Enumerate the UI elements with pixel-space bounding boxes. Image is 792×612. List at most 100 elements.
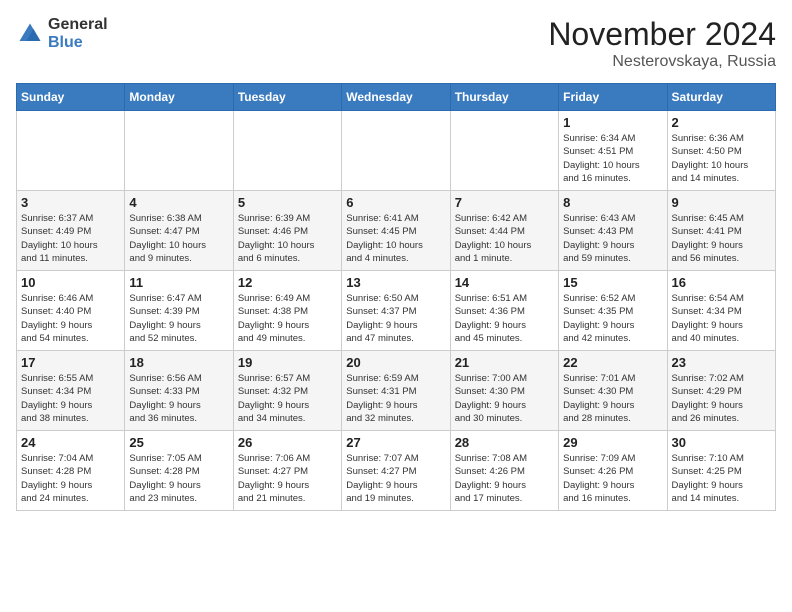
day-number: 7 <box>455 195 554 210</box>
day-info: Sunrise: 6:56 AM Sunset: 4:33 PM Dayligh… <box>129 372 228 425</box>
calendar-cell: 11 Sunrise: 6:47 AM Sunset: 4:39 PM Dayli… <box>125 271 233 351</box>
day-number: 23 <box>672 355 771 370</box>
calendar-cell: 22 Sunrise: 7:01 AM Sunset: 4:30 PM Dayli… <box>559 351 667 431</box>
day-info: Sunrise: 6:51 AM Sunset: 4:36 PM Dayligh… <box>455 292 554 345</box>
calendar-cell: 19 Sunrise: 6:57 AM Sunset: 4:32 PM Dayli… <box>233 351 341 431</box>
day-number: 1 <box>563 115 662 130</box>
header-friday: Friday <box>559 84 667 111</box>
header-saturday: Saturday <box>667 84 775 111</box>
calendar-cell: 20 Sunrise: 6:59 AM Sunset: 4:31 PM Dayli… <box>342 351 450 431</box>
logo-general-text: General <box>48 16 108 34</box>
calendar-header: SundayMondayTuesdayWednesdayThursdayFrid… <box>17 84 776 111</box>
day-info: Sunrise: 6:57 AM Sunset: 4:32 PM Dayligh… <box>238 372 337 425</box>
logo: General Blue <box>16 16 108 51</box>
day-info: Sunrise: 6:42 AM Sunset: 4:44 PM Dayligh… <box>455 212 554 265</box>
page-header: General Blue November 2024 Nesterovskaya… <box>16 16 776 71</box>
day-info: Sunrise: 6:38 AM Sunset: 4:47 PM Dayligh… <box>129 212 228 265</box>
day-info: Sunrise: 7:10 AM Sunset: 4:25 PM Dayligh… <box>672 452 771 505</box>
day-info: Sunrise: 6:59 AM Sunset: 4:31 PM Dayligh… <box>346 372 445 425</box>
day-number: 5 <box>238 195 337 210</box>
day-number: 6 <box>346 195 445 210</box>
day-number: 19 <box>238 355 337 370</box>
calendar-cell: 21 Sunrise: 7:00 AM Sunset: 4:30 PM Dayli… <box>450 351 558 431</box>
header-row: SundayMondayTuesdayWednesdayThursdayFrid… <box>17 84 776 111</box>
calendar-cell: 25 Sunrise: 7:05 AM Sunset: 4:28 PM Dayli… <box>125 431 233 511</box>
day-number: 29 <box>563 435 662 450</box>
day-info: Sunrise: 6:39 AM Sunset: 4:46 PM Dayligh… <box>238 212 337 265</box>
header-wednesday: Wednesday <box>342 84 450 111</box>
calendar-cell: 13Sunrise: 6:50 AM Sunset: 4:37 PM Dayli… <box>342 271 450 351</box>
day-info: Sunrise: 6:36 AM Sunset: 4:50 PM Dayligh… <box>672 132 771 185</box>
day-info: Sunrise: 7:07 AM Sunset: 4:27 PM Dayligh… <box>346 452 445 505</box>
calendar-table: SundayMondayTuesdayWednesdayThursdayFrid… <box>16 83 776 511</box>
day-number: 9 <box>672 195 771 210</box>
day-info: Sunrise: 7:05 AM Sunset: 4:28 PM Dayligh… <box>129 452 228 505</box>
month-title: November 2024 <box>548 16 776 53</box>
calendar-cell: 5 Sunrise: 6:39 AM Sunset: 4:46 PM Daylig… <box>233 191 341 271</box>
week-row-1: 1 Sunrise: 6:34 AM Sunset: 4:51 PM Daylig… <box>17 111 776 191</box>
day-number: 20 <box>346 355 445 370</box>
day-info: Sunrise: 7:02 AM Sunset: 4:29 PM Dayligh… <box>672 372 771 425</box>
week-row-3: 10 Sunrise: 6:46 AM Sunset: 4:40 PM Dayli… <box>17 271 776 351</box>
calendar-cell: 29 Sunrise: 7:09 AM Sunset: 4:26 PM Dayli… <box>559 431 667 511</box>
calendar-cell: 27 Sunrise: 7:07 AM Sunset: 4:27 PM Dayli… <box>342 431 450 511</box>
calendar-cell: 24 Sunrise: 7:04 AM Sunset: 4:28 PM Dayli… <box>17 431 125 511</box>
logo-blue-text: Blue <box>48 34 108 52</box>
day-number: 12 <box>238 275 337 290</box>
calendar-cell <box>125 111 233 191</box>
day-number: 14 <box>455 275 554 290</box>
day-number: 2 <box>672 115 771 130</box>
logo-icon <box>16 20 44 48</box>
day-number: 30 <box>672 435 771 450</box>
header-sunday: Sunday <box>17 84 125 111</box>
day-info: Sunrise: 6:43 AM Sunset: 4:43 PM Dayligh… <box>563 212 662 265</box>
day-info: Sunrise: 7:01 AM Sunset: 4:30 PM Dayligh… <box>563 372 662 425</box>
calendar-cell: 12 Sunrise: 6:49 AM Sunset: 4:38 PM Dayli… <box>233 271 341 351</box>
day-info: Sunrise: 6:52 AM Sunset: 4:35 PM Dayligh… <box>563 292 662 345</box>
day-number: 27 <box>346 435 445 450</box>
header-monday: Monday <box>125 84 233 111</box>
day-info: Sunrise: 6:47 AM Sunset: 4:39 PM Dayligh… <box>129 292 228 345</box>
day-number: 3 <box>21 195 120 210</box>
day-number: 22 <box>563 355 662 370</box>
day-info: Sunrise: 6:34 AM Sunset: 4:51 PM Dayligh… <box>563 132 662 185</box>
calendar-cell: 6 Sunrise: 6:41 AM Sunset: 4:45 PM Daylig… <box>342 191 450 271</box>
calendar-cell: 16Sunrise: 6:54 AM Sunset: 4:34 PM Dayli… <box>667 271 775 351</box>
calendar-cell: 9 Sunrise: 6:45 AM Sunset: 4:41 PM Daylig… <box>667 191 775 271</box>
calendar-cell: 14 Sunrise: 6:51 AM Sunset: 4:36 PM Dayli… <box>450 271 558 351</box>
day-number: 10 <box>21 275 120 290</box>
calendar-cell: 7 Sunrise: 6:42 AM Sunset: 4:44 PM Daylig… <box>450 191 558 271</box>
day-number: 25 <box>129 435 228 450</box>
day-number: 15 <box>563 275 662 290</box>
day-info: Sunrise: 7:09 AM Sunset: 4:26 PM Dayligh… <box>563 452 662 505</box>
header-thursday: Thursday <box>450 84 558 111</box>
day-info: Sunrise: 7:00 AM Sunset: 4:30 PM Dayligh… <box>455 372 554 425</box>
day-info: Sunrise: 6:45 AM Sunset: 4:41 PM Dayligh… <box>672 212 771 265</box>
day-info: Sunrise: 6:46 AM Sunset: 4:40 PM Dayligh… <box>21 292 120 345</box>
day-info: Sunrise: 7:06 AM Sunset: 4:27 PM Dayligh… <box>238 452 337 505</box>
day-number: 11 <box>129 275 228 290</box>
location-title: Nesterovskaya, Russia <box>548 53 776 71</box>
day-number: 17 <box>21 355 120 370</box>
calendar-cell: 23 Sunrise: 7:02 AM Sunset: 4:29 PM Dayli… <box>667 351 775 431</box>
day-number: 21 <box>455 355 554 370</box>
day-info: Sunrise: 6:41 AM Sunset: 4:45 PM Dayligh… <box>346 212 445 265</box>
day-info: Sunrise: 7:08 AM Sunset: 4:26 PM Dayligh… <box>455 452 554 505</box>
calendar-cell: 8Sunrise: 6:43 AM Sunset: 4:43 PM Daylig… <box>559 191 667 271</box>
calendar-cell: 15 Sunrise: 6:52 AM Sunset: 4:35 PM Dayli… <box>559 271 667 351</box>
day-number: 28 <box>455 435 554 450</box>
day-info: Sunrise: 6:37 AM Sunset: 4:49 PM Dayligh… <box>21 212 120 265</box>
calendar-cell: 26 Sunrise: 7:06 AM Sunset: 4:27 PM Dayli… <box>233 431 341 511</box>
day-info: Sunrise: 7:04 AM Sunset: 4:28 PM Dayligh… <box>21 452 120 505</box>
day-number: 24 <box>21 435 120 450</box>
day-number: 13 <box>346 275 445 290</box>
calendar-body: 1 Sunrise: 6:34 AM Sunset: 4:51 PM Daylig… <box>17 111 776 511</box>
week-row-5: 24 Sunrise: 7:04 AM Sunset: 4:28 PM Dayli… <box>17 431 776 511</box>
title-block: November 2024 Nesterovskaya, Russia <box>548 16 776 71</box>
week-row-2: 3 Sunrise: 6:37 AM Sunset: 4:49 PM Daylig… <box>17 191 776 271</box>
calendar-cell: 4Sunrise: 6:38 AM Sunset: 4:47 PM Daylig… <box>125 191 233 271</box>
day-info: Sunrise: 6:49 AM Sunset: 4:38 PM Dayligh… <box>238 292 337 345</box>
calendar-cell <box>342 111 450 191</box>
day-info: Sunrise: 6:54 AM Sunset: 4:34 PM Dayligh… <box>672 292 771 345</box>
day-number: 26 <box>238 435 337 450</box>
